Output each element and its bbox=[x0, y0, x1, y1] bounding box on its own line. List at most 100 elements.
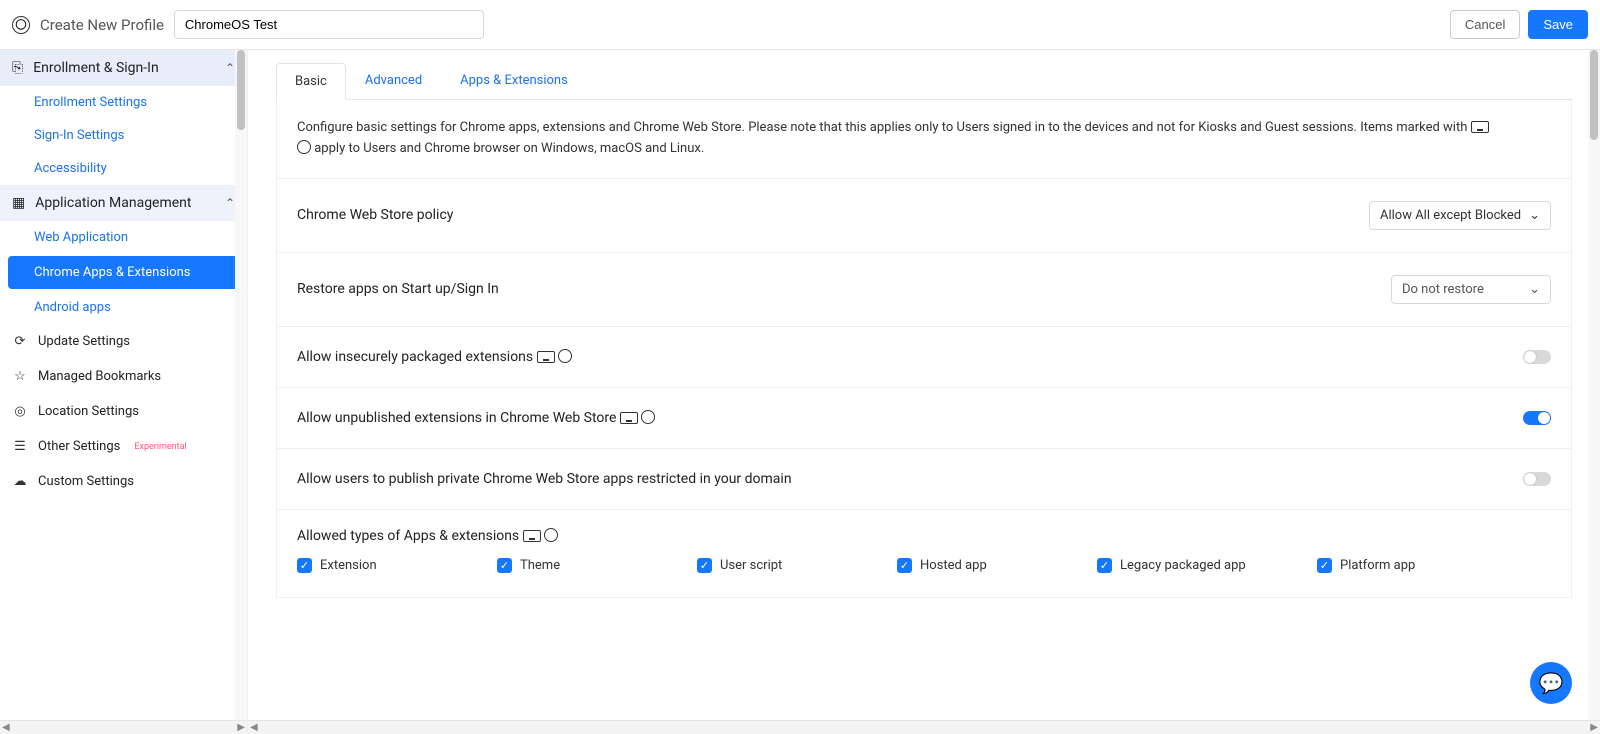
check-label: Theme bbox=[520, 558, 560, 573]
device-icon bbox=[523, 530, 541, 542]
device-icon bbox=[1471, 121, 1489, 133]
checkbox-icon: ✓ bbox=[297, 558, 312, 573]
checkbox-icon: ✓ bbox=[897, 558, 912, 573]
chrome-icon: ◯ bbox=[12, 16, 30, 34]
sidebar-section-apps[interactable]: ▦ Application Management ⌃ bbox=[0, 185, 247, 221]
restore-apps-select[interactable]: Do not restore ⌄ bbox=[1391, 275, 1551, 304]
description-text: apply to Users and Chrome browser on Win… bbox=[314, 141, 704, 156]
tab-basic[interactable]: Basic bbox=[276, 63, 346, 100]
sidebar-item-enrollment-settings[interactable]: Enrollment Settings bbox=[0, 86, 247, 119]
sliders-icon: ☰ bbox=[12, 439, 28, 454]
content-scrollbar-thumb[interactable] bbox=[1590, 50, 1598, 140]
check-extension[interactable]: ✓ Extension bbox=[297, 558, 497, 573]
tab-apps-extensions[interactable]: Apps & Extensions bbox=[441, 62, 587, 99]
sidebar-item-web-application[interactable]: Web Application bbox=[0, 221, 247, 254]
page-title: Create New Profile bbox=[40, 16, 164, 34]
sidebar-h-scrollbar: ◀ ▶ bbox=[0, 720, 247, 734]
chrome-icon bbox=[297, 140, 311, 154]
check-label: Legacy packaged app bbox=[1120, 558, 1246, 573]
sidebar-section-enrollment[interactable]: ⎘ Enrollment & Sign-In ⌃ bbox=[0, 50, 247, 86]
check-label: User script bbox=[720, 558, 782, 573]
check-legacy-packaged[interactable]: ✓ Legacy packaged app bbox=[1097, 558, 1317, 573]
insecure-ext-toggle[interactable] bbox=[1523, 350, 1551, 364]
scroll-right-icon[interactable]: ▶ bbox=[237, 722, 245, 733]
select-value: Do not restore bbox=[1402, 282, 1484, 297]
custom-icon: ☁ bbox=[12, 474, 28, 489]
check-platform-app[interactable]: ✓ Platform app bbox=[1317, 558, 1415, 573]
bookmark-icon: ☆ bbox=[12, 369, 28, 384]
device-icon bbox=[537, 351, 555, 363]
setting-label: Restore apps on Start up/Sign In bbox=[297, 281, 499, 297]
scroll-right-icon[interactable]: ▶ bbox=[1590, 722, 1598, 733]
scroll-left-icon[interactable]: ◀ bbox=[2, 722, 10, 733]
sidebar-item-label: Managed Bookmarks bbox=[38, 369, 161, 384]
cancel-button[interactable]: Cancel bbox=[1450, 10, 1520, 39]
sidebar-item-label: Location Settings bbox=[38, 404, 139, 419]
tab-advanced[interactable]: Advanced bbox=[346, 62, 441, 99]
sidebar-item-accessibility[interactable]: Accessibility bbox=[0, 152, 247, 185]
checkbox-icon: ✓ bbox=[697, 558, 712, 573]
update-icon: ⟳ bbox=[12, 334, 28, 349]
sidebar-item-label: Other Settings bbox=[38, 439, 120, 454]
checkbox-icon: ✓ bbox=[497, 558, 512, 573]
chevron-up-icon: ⌃ bbox=[225, 196, 235, 210]
setting-label: Allow unpublished extensions in Chrome W… bbox=[297, 410, 655, 426]
chevron-down-icon: ⌄ bbox=[1529, 208, 1540, 223]
sidebar-item-other-settings[interactable]: ☰ Other Settings Experimental bbox=[0, 429, 247, 464]
check-label: Platform app bbox=[1340, 558, 1415, 573]
sidebar-section-label: Application Management bbox=[35, 195, 191, 211]
row-publish-private: Allow users to publish private Chrome We… bbox=[277, 449, 1571, 510]
location-icon: ◎ bbox=[12, 404, 28, 419]
cws-policy-dropdown[interactable]: Allow All except Blocked ⌄ bbox=[1369, 201, 1551, 230]
check-label: Extension bbox=[320, 558, 377, 573]
sidebar-item-update-settings[interactable]: ⟳ Update Settings bbox=[0, 324, 247, 359]
unpublished-ext-toggle[interactable] bbox=[1523, 411, 1551, 425]
enrollment-icon: ⎘ bbox=[12, 60, 23, 76]
sidebar-item-custom-settings[interactable]: ☁ Custom Settings bbox=[0, 464, 247, 499]
sidebar-scrollbar-thumb[interactable] bbox=[237, 50, 245, 130]
setting-label: Chrome Web Store policy bbox=[297, 207, 453, 223]
content-h-scrollbar: ◀ ▶ bbox=[248, 720, 1600, 734]
content-area: Basic Advanced Apps & Extensions Configu… bbox=[248, 50, 1600, 734]
setting-label: Allowed types of Apps & extensions bbox=[277, 510, 1571, 544]
sidebar-item-managed-bookmarks[interactable]: ☆ Managed Bookmarks bbox=[0, 359, 247, 394]
setting-label-text: Allowed types of Apps & extensions bbox=[297, 528, 519, 544]
experimental-badge: Experimental bbox=[134, 442, 186, 452]
chat-icon: 💬 bbox=[1539, 671, 1564, 695]
sidebar-item-location-settings[interactable]: ◎ Location Settings bbox=[0, 394, 247, 429]
publish-private-toggle[interactable] bbox=[1523, 472, 1551, 486]
tabs: Basic Advanced Apps & Extensions bbox=[276, 62, 1572, 100]
sidebar-item-signin-settings[interactable]: Sign-In Settings bbox=[0, 119, 247, 152]
row-allowed-types: Allowed types of Apps & extensions ✓ Ext… bbox=[277, 510, 1571, 597]
check-user-script[interactable]: ✓ User script bbox=[697, 558, 897, 573]
sidebar-section-label: Enrollment & Sign-In bbox=[33, 60, 158, 76]
chevron-up-icon: ⌃ bbox=[225, 61, 235, 75]
settings-panel: Configure basic settings for Chrome apps… bbox=[276, 100, 1572, 598]
setting-label-text: Allow unpublished extensions in Chrome W… bbox=[297, 410, 616, 426]
profile-name-input[interactable] bbox=[174, 10, 484, 39]
row-cws-policy: Chrome Web Store policy Allow All except… bbox=[277, 179, 1571, 253]
save-button[interactable]: Save bbox=[1528, 10, 1588, 39]
check-label: Hosted app bbox=[920, 558, 987, 573]
row-unpublished-ext: Allow unpublished extensions in Chrome W… bbox=[277, 388, 1571, 449]
top-header: ◯ Create New Profile Cancel Save bbox=[0, 0, 1600, 50]
panel-description: Configure basic settings for Chrome apps… bbox=[277, 100, 1571, 179]
checkbox-icon: ✓ bbox=[1097, 558, 1112, 573]
description-text: Configure basic settings for Chrome apps… bbox=[297, 120, 1471, 135]
chrome-icon bbox=[641, 410, 655, 424]
check-hosted-app[interactable]: ✓ Hosted app bbox=[897, 558, 1097, 573]
chrome-icon bbox=[544, 528, 558, 542]
scroll-left-icon[interactable]: ◀ bbox=[250, 722, 258, 733]
setting-label: Allow users to publish private Chrome We… bbox=[297, 471, 792, 487]
chat-widget-button[interactable]: 💬 bbox=[1530, 662, 1572, 704]
row-insecure-ext: Allow insecurely packaged extensions bbox=[277, 327, 1571, 388]
sidebar-item-chrome-apps-extensions[interactable]: Chrome Apps & Extensions bbox=[8, 256, 239, 289]
sidebar-item-label: Update Settings bbox=[38, 334, 130, 349]
setting-label: Allow insecurely packaged extensions bbox=[297, 349, 572, 365]
sidebar-scrollbar bbox=[235, 50, 247, 734]
setting-label-text: Allow insecurely packaged extensions bbox=[297, 349, 533, 365]
chrome-icon bbox=[558, 349, 572, 363]
sidebar-item-android-apps[interactable]: Android apps bbox=[0, 291, 247, 324]
check-theme[interactable]: ✓ Theme bbox=[497, 558, 697, 573]
row-restore-apps: Restore apps on Start up/Sign In Do not … bbox=[277, 253, 1571, 327]
